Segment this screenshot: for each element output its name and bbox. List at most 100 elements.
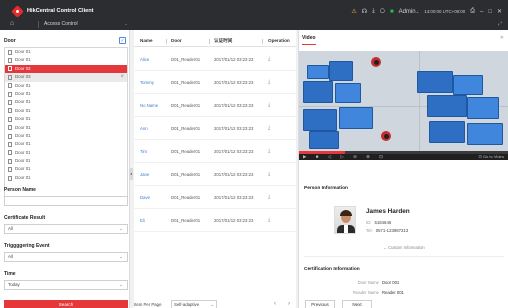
- download-icon[interactable]: ⤓: [268, 171, 270, 177]
- close-icon[interactable]: ✕: [500, 35, 504, 41]
- user-menu[interactable]: Admin⌄: [399, 9, 420, 15]
- column-divider: [209, 39, 210, 44]
- filter-panel: Door ✓ Door 01 Door 01 Door 02 Door 03 × Door…: [0, 30, 130, 308]
- download-icon[interactable]: ⤓: [372, 8, 375, 15]
- download-icon[interactable]: ⤓: [268, 79, 270, 85]
- download-icon[interactable]: ⤓: [268, 194, 270, 200]
- col-name[interactable]: Name: [140, 38, 153, 43]
- download-icon[interactable]: ⤓: [268, 125, 270, 131]
- door-label-text: Door 01: [15, 107, 31, 113]
- door-icon: [8, 100, 12, 106]
- maximize-icon[interactable]: □: [488, 9, 492, 15]
- person-card: James Harden ID: 5184646 Tel: 0571-1239872…: [334, 204, 474, 248]
- go-to-video-link[interactable]: ⊡ Go to Video: [478, 154, 504, 159]
- select-all-checkbox[interactable]: ✓: [119, 37, 126, 44]
- door-list-item[interactable]: Door 01: [5, 165, 127, 173]
- row-name[interactable]: Alice: [140, 57, 149, 62]
- row-name[interactable]: Tommy: [140, 80, 154, 85]
- close-icon[interactable]: ✕: [497, 8, 502, 15]
- door-list-item[interactable]: Door 01: [5, 98, 127, 106]
- warning-icon[interactable]: ⚠: [351, 8, 356, 15]
- module-tab[interactable]: Access Control ⌄: [38, 21, 128, 28]
- door-label-text: Door 01: [15, 141, 31, 147]
- row-name[interactable]: Jane: [140, 172, 149, 177]
- fullscreen-icon[interactable]: ⤢: [498, 21, 502, 27]
- door-label-text: Door 03: [15, 74, 31, 80]
- download-icon[interactable]: ⤓: [268, 56, 270, 62]
- row-time: 2017/01/12 03:23:23: [214, 80, 254, 85]
- home-icon[interactable]: ⌂: [10, 20, 18, 28]
- table-row[interactable]: Dave D01_Reader01 2017/01/12 03:23:23 ⤓: [134, 186, 296, 209]
- table-row[interactable]: No Name D01_Reader01 2017/01/12 03:23:23 ⤓: [134, 94, 296, 117]
- person-info-title: Person Information: [304, 186, 348, 191]
- door-label-text: Door 01: [15, 158, 31, 164]
- door-list-item[interactable]: Door 01: [5, 56, 127, 64]
- crate: [453, 75, 483, 95]
- table-row[interactable]: Jane D01_Reader01 2017/01/12 03:23:23 ⤓: [134, 163, 296, 186]
- door-list-item[interactable]: Door 01: [5, 157, 127, 165]
- door-list-item[interactable]: Door 01: [5, 149, 127, 157]
- door-list-item[interactable]: Door 01: [5, 115, 127, 123]
- table-row[interactable]: Eli D01_Reader01 2017/01/12 03:23:23 ⤓: [134, 209, 296, 232]
- row-name[interactable]: Ann: [140, 126, 148, 131]
- next-page-icon[interactable]: ›: [288, 301, 290, 307]
- status-ok-icon[interactable]: ■: [390, 9, 394, 15]
- door-list-item[interactable]: Door 02: [5, 64, 127, 74]
- cert-result-select[interactable]: All ⌄: [4, 224, 128, 234]
- playback-icons[interactable]: ▶ ■ ◁ ▷ ⊖ ⊕ ⊡: [303, 154, 387, 160]
- door-icon: [8, 175, 12, 181]
- trigger-event-select[interactable]: All ⌄: [4, 252, 128, 262]
- table-row[interactable]: Ann D01_Reader01 2017/01/12 03:23:23 ⤓: [134, 117, 296, 140]
- chevron-down-icon: ⌄: [119, 282, 123, 287]
- row-name[interactable]: Tim: [140, 149, 147, 154]
- items-per-page-value: Self-adaptive: [174, 302, 200, 307]
- items-per-page-select[interactable]: Self-adaptive ⌄: [171, 300, 217, 308]
- table-row[interactable]: Tim D01_Reader01 2017/01/12 03:23:23 ⤓: [134, 140, 296, 163]
- person-name-input[interactable]: [4, 196, 128, 206]
- row-name[interactable]: No Name: [140, 103, 158, 108]
- door-list-item[interactable]: Door 01: [5, 124, 127, 132]
- time-value: Today: [8, 282, 20, 287]
- notification-icon[interactable]: ⎙: [470, 8, 475, 15]
- chevron-down-icon: ⌄: [119, 226, 123, 231]
- prev-page-icon[interactable]: ‹: [274, 301, 276, 307]
- remove-icon[interactable]: ×: [120, 73, 124, 81]
- table-row[interactable]: Alice D01_Reader01 2017/01/12 03:23:23 ⤓: [134, 48, 296, 71]
- search-button[interactable]: Search: [4, 300, 128, 308]
- table-row[interactable]: Tommy D01_Reader01 2017/01/12 03:23:23 ⤓: [134, 71, 296, 94]
- col-door[interactable]: Door: [171, 38, 182, 43]
- door-list-item[interactable]: Door 01: [5, 90, 127, 98]
- tab-video[interactable]: Video: [302, 35, 316, 45]
- door-list-item[interactable]: Door 03 ×: [5, 73, 127, 82]
- door-list-item[interactable]: Door 01: [5, 82, 127, 90]
- photo-shirt: [344, 225, 348, 233]
- column-divider: [166, 39, 167, 44]
- download-icon[interactable]: ⤓: [268, 102, 270, 108]
- door-list-item[interactable]: Door 01: [5, 174, 127, 182]
- download-icon[interactable]: ⤓: [268, 148, 270, 154]
- row-name[interactable]: Dave: [140, 195, 150, 200]
- door-list-item[interactable]: Door 01: [5, 132, 127, 140]
- video-player[interactable]: [299, 51, 508, 151]
- lock-icon[interactable]: ⎔: [380, 8, 385, 15]
- custom-info-toggle[interactable]: ⌄ Custom Information: [299, 245, 508, 250]
- door-list-item[interactable]: Door 01: [5, 140, 127, 148]
- reader-name-row: Reader Name Reader 001: [339, 290, 404, 295]
- time-select[interactable]: Today ⌄: [4, 280, 128, 290]
- alarm-icon[interactable]: ☊: [362, 8, 367, 15]
- records-table: Name Door 认证时间 Operation Alice D01_Reader…: [134, 30, 296, 308]
- download-icon[interactable]: ⤓: [268, 217, 270, 223]
- tel-label: Tel:: [366, 228, 373, 233]
- row-name[interactable]: Eli: [140, 218, 145, 223]
- row-door: D01_Reader01: [171, 80, 201, 85]
- col-operation[interactable]: Operation: [268, 38, 290, 43]
- go-to-video-label: Go to Video: [482, 154, 504, 159]
- previous-button[interactable]: Previous: [305, 300, 335, 308]
- user-name: Admin: [398, 8, 416, 15]
- next-button[interactable]: Next: [342, 300, 372, 308]
- col-time[interactable]: 认证时间: [214, 38, 232, 44]
- door-list-item[interactable]: Door 01: [5, 107, 127, 115]
- minimize-icon[interactable]: –: [480, 9, 483, 15]
- collapse-panel-handle[interactable]: ◂: [129, 168, 133, 180]
- door-list-item[interactable]: Door 01: [5, 48, 127, 56]
